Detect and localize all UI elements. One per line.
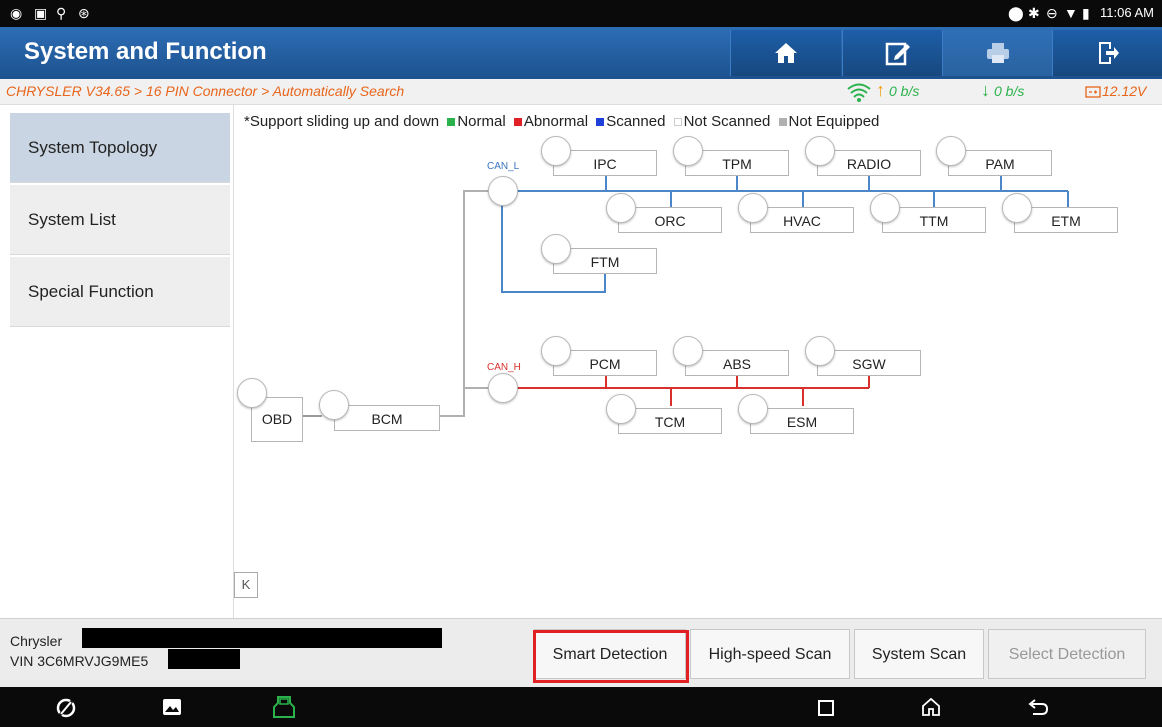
sidebar-item-label: System Topology [28, 138, 158, 157]
redaction-bar [82, 628, 442, 648]
can-l-junction [488, 176, 518, 206]
page-title: System and Function [24, 38, 267, 65]
dnd-icon: ⊖ [1046, 5, 1058, 21]
download-rate: 0 b/s [994, 83, 1025, 99]
node-circle [738, 193, 768, 223]
back-icon[interactable] [1027, 698, 1049, 716]
exit-icon [1099, 42, 1119, 64]
gallery-icon[interactable] [162, 698, 182, 716]
android-nav-bar [0, 687, 1162, 727]
can-l-label: CAN_L [487, 161, 520, 172]
node-circle [1002, 193, 1032, 223]
node-circle [936, 136, 966, 166]
home-button[interactable] [730, 30, 841, 76]
print-icon [987, 43, 1009, 63]
bluetooth-icon: ✱ [1028, 5, 1040, 21]
node-circle [541, 234, 571, 264]
settings-icon: ⊛ [78, 5, 90, 21]
node-circle [237, 378, 267, 408]
node-circle [541, 336, 571, 366]
print-button[interactable] [942, 30, 1053, 76]
home-icon[interactable] [920, 696, 942, 718]
node-circle [738, 394, 768, 424]
home-icon [775, 43, 797, 63]
sidebar: System Topology System List Special Func… [0, 105, 232, 618]
highlight-annotation [533, 630, 689, 683]
sidebar-item-label: Special Function [28, 282, 154, 301]
node-circle [673, 336, 703, 366]
usb-icon: ⚲ [56, 5, 67, 21]
system-scan-button[interactable]: System Scan [854, 629, 984, 679]
vci-icon[interactable] [272, 695, 296, 719]
node-circle [606, 394, 636, 424]
node-circle [805, 136, 835, 166]
app-icon: ◉ [10, 5, 23, 21]
status-bar: ◉ ▣ ⚲ ⊛ ⬤ ✱ ⊖ ▼ ▮ 11:06 AM [0, 0, 1162, 27]
title-bar: System and Function [0, 27, 1162, 79]
exit-button[interactable] [1052, 30, 1162, 76]
can-h-junction [488, 373, 518, 403]
upload-rate: 0 b/s [889, 83, 920, 99]
topology-panel[interactable]: *Support sliding up and down Normal Abno… [233, 105, 1162, 618]
voltage-value: 12.12V [1102, 83, 1147, 99]
sidebar-item-special-function[interactable]: Special Function [10, 257, 230, 327]
can-h-label: CAN_H [487, 362, 521, 373]
edit-button[interactable] [842, 30, 953, 76]
upload-arrow-icon: ↑ [876, 80, 885, 100]
download-arrow-icon: ↓ [981, 80, 990, 100]
recents-icon[interactable] [817, 699, 835, 717]
browser-icon[interactable] [55, 697, 77, 719]
vehicle-vin: VIN 3C6MRVJG9ME5 [10, 653, 149, 669]
battery-icon: ▮ [1082, 5, 1090, 21]
breadcrumb: CHRYSLER V34.65 > 16 PIN Connector > Aut… [6, 83, 405, 99]
wifi-signal-icon [847, 83, 871, 102]
edit-icon [885, 42, 910, 66]
node-circle [319, 390, 349, 420]
node-circle [870, 193, 900, 223]
redaction-bar [168, 649, 240, 669]
sidebar-item-system-topology[interactable]: System Topology [10, 113, 230, 183]
battery-voltage-icon [1085, 86, 1101, 98]
node-circle [606, 193, 636, 223]
image-icon: ▣ [34, 5, 48, 21]
collapse-sidebar-button[interactable]: K [234, 572, 258, 598]
wifi-icon: ▼ [1064, 5, 1078, 21]
select-detection-button: Select Detection [988, 629, 1146, 679]
node-circle [805, 336, 835, 366]
high-speed-scan-button[interactable]: High-speed Scan [690, 629, 850, 679]
breadcrumb-bar: CHRYSLER V34.65 > 16 PIN Connector > Aut… [0, 79, 1162, 105]
vehicle-make: Chrysler [10, 633, 63, 649]
node-circle [541, 136, 571, 166]
node-circle [673, 136, 703, 166]
sidebar-item-label: System List [28, 210, 116, 229]
clock: 11:06 AM [1100, 5, 1154, 20]
node-bcm[interactable]: BCM [334, 405, 440, 431]
location-icon: ⬤ [1008, 5, 1024, 21]
sidebar-item-system-list[interactable]: System List [10, 185, 230, 255]
